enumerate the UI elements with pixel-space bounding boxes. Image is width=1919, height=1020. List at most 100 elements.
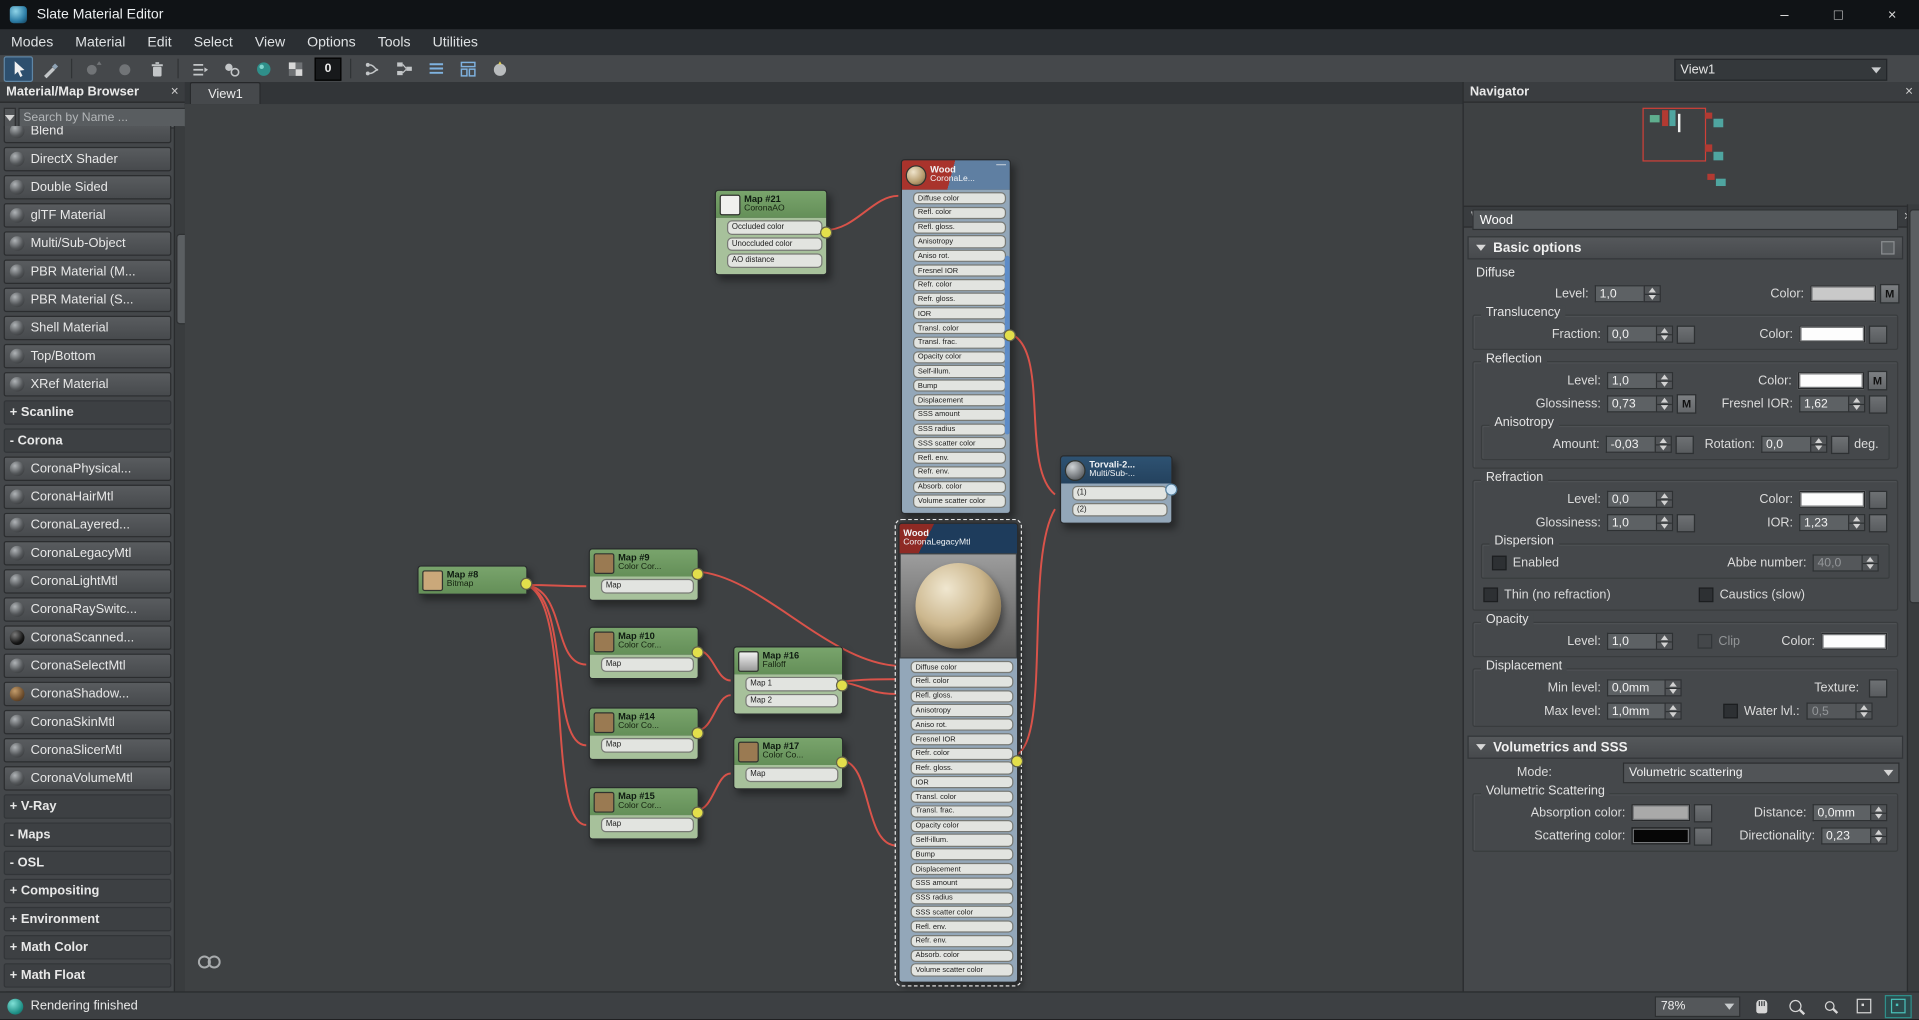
menu-item[interactable]: Select <box>183 29 244 55</box>
node-input-slot[interactable]: Aniso rot. <box>913 249 1007 263</box>
zoom-extents-selected-button[interactable] <box>1884 994 1912 1018</box>
browser-item[interactable]: Double Sided <box>3 175 172 200</box>
node-map21-coronaao[interactable]: Map #21 CoronaAO Occluded color Unocclude… <box>714 189 833 276</box>
translucency-fraction-map-button[interactable] <box>1676 324 1696 344</box>
node-input-slot[interactable]: Transl. color <box>910 790 1014 804</box>
node-input-slot[interactable]: Self-illum. <box>913 365 1007 378</box>
node-input-slot[interactable]: Opacity color <box>910 819 1014 832</box>
node-map9-colorcorrect[interactable]: Map #9 Color Cor... Map <box>588 548 704 601</box>
menu-item[interactable]: Edit <box>136 29 182 55</box>
displacement-min-spinner[interactable]: 0,0mm <box>1606 679 1682 697</box>
reflection-level-spinner[interactable]: 1,0 <box>1606 372 1674 390</box>
browser-item[interactable]: + V-Ray <box>3 794 172 819</box>
browser-item[interactable]: CoronaLegacyMtl <box>3 540 172 566</box>
output-socket[interactable] <box>691 806 704 819</box>
node-input-slot[interactable]: Refl. gloss. <box>910 689 1014 703</box>
anisotropy-amount-spinner[interactable]: -0,03 <box>1605 435 1672 453</box>
browser-item[interactable]: + Environment <box>3 906 172 932</box>
browser-item[interactable]: + Math Float <box>3 963 172 988</box>
search-input[interactable] <box>18 107 190 128</box>
browser-item[interactable]: - Corona <box>3 428 172 453</box>
node-wood-selected[interactable]: Wood CoronaLegacyMtl Diffuse color Refl. … <box>894 518 1024 987</box>
volumetric-mode-dropdown[interactable]: Volumetric scattering <box>1622 761 1900 783</box>
browser-item[interactable]: CoronaLayered... <box>3 512 172 538</box>
zoom-region-button[interactable] <box>1816 994 1843 1017</box>
browser-options-button[interactable] <box>3 107 16 128</box>
node-input-slot[interactable]: Refl. color <box>913 206 1007 220</box>
node-input-slot[interactable]: Fresnel IOR <box>910 733 1014 746</box>
node-canvas[interactable]: Map #21 CoronaAO Occluded color Unocclude… <box>184 104 1464 993</box>
zoom-level-dropdown[interactable]: 78% <box>1654 995 1741 1017</box>
refraction-gloss-spinner[interactable]: 1,0 <box>1606 514 1674 532</box>
node-input-slot[interactable]: Opacity color <box>913 350 1007 364</box>
rollout-pin-icon[interactable] <box>1881 241 1895 255</box>
node-map10-colorcorrect[interactable]: Map #10 Color Cor... Map <box>588 626 704 679</box>
refraction-color-map-button[interactable] <box>1868 490 1888 509</box>
node-input-slot[interactable]: Map 1 <box>745 676 839 692</box>
node-input-slot[interactable]: (1) <box>1072 485 1168 501</box>
refraction-gloss-map-button[interactable] <box>1676 513 1696 532</box>
node-input-slot[interactable]: Absorb. color <box>910 949 1014 962</box>
browser-item[interactable]: CoronaShadow... <box>3 681 172 707</box>
close-icon[interactable]: × <box>171 84 179 99</box>
absorption-color-map-button[interactable] <box>1693 803 1713 822</box>
node-input-slot[interactable]: Map <box>600 738 694 753</box>
move-children-icon[interactable] <box>185 56 214 82</box>
anisotropy-amount-map-button[interactable] <box>1675 435 1694 454</box>
fresnel-ior-spinner[interactable]: 1,62 <box>1799 395 1866 413</box>
directionality-spinner[interactable]: 0,23 <box>1821 827 1888 845</box>
output-socket[interactable] <box>520 577 533 590</box>
browser-item[interactable]: CoronaSlicerMtl <box>3 738 172 763</box>
output-socket[interactable] <box>835 679 849 692</box>
menu-item[interactable]: Options <box>296 29 367 55</box>
translucency-fraction-spinner[interactable]: 0,0 <box>1606 325 1674 343</box>
opacity-clip-checkbox[interactable] <box>1697 633 1713 649</box>
node-input-slot[interactable]: Diffuse color <box>910 660 1014 674</box>
node-input-slot[interactable]: Displacement <box>913 394 1007 407</box>
browser-item[interactable]: PBR Material (M... <box>3 259 172 284</box>
node-input-slot[interactable]: SSS amount <box>910 877 1014 890</box>
maximize-button[interactable]: □ <box>1811 0 1865 29</box>
node-collapse-icon[interactable]: — <box>996 160 1006 170</box>
node-input-slot[interactable]: Map <box>600 657 694 672</box>
water-level-spinner[interactable]: 0,5 <box>1806 702 1874 720</box>
node-torvali-multisub[interactable]: Torvali-2... Multi/Sub-... (1) (2) <box>1059 455 1178 525</box>
browser-item[interactable]: + Math Color <box>3 935 172 960</box>
node-input-slot[interactable]: Refr. color <box>910 747 1014 760</box>
node-input-slot[interactable]: Anisotropy <box>910 704 1014 717</box>
node-input-slot[interactable]: Fresnel IOR <box>913 264 1007 277</box>
menu-item[interactable]: Tools <box>367 29 422 55</box>
reflection-color-swatch[interactable] <box>1797 372 1864 390</box>
browser-item[interactable]: glTF Material <box>3 203 172 228</box>
browser-item[interactable]: CoronaLightMtl <box>3 569 172 594</box>
node-wood-top[interactable]: Wood CoronaLe... — Diffuse color Refl. co… <box>900 159 1016 515</box>
output-socket[interactable] <box>835 756 849 769</box>
abbe-number-spinner[interactable]: 40,0 <box>1812 554 1879 572</box>
browser-panel-header[interactable]: Material/Map Browser × <box>0 82 185 103</box>
material-name-field[interactable]: Wood <box>1472 209 1899 231</box>
node-input-slot[interactable]: Self-illum. <box>910 833 1014 847</box>
close-button[interactable]: × <box>1865 0 1919 29</box>
output-socket[interactable] <box>1003 329 1016 342</box>
browser-item[interactable]: CoronaScanned... <box>3 625 172 650</box>
absorption-color-swatch[interactable] <box>1631 804 1691 822</box>
output-socket[interactable] <box>820 226 833 239</box>
browser-item[interactable]: Blend <box>3 126 172 144</box>
thin-refraction-checkbox[interactable] <box>1483 587 1499 603</box>
node-input-slot[interactable]: Refl. env. <box>913 451 1007 465</box>
active-view-selector[interactable]: View1 <box>1674 58 1888 81</box>
output-socket[interactable] <box>1165 483 1178 496</box>
reflection-gloss-map-button[interactable]: M <box>1676 394 1697 414</box>
navigator-minimap[interactable] <box>1463 102 1919 207</box>
browser-item[interactable]: CoronaVolumeMtl <box>3 766 172 791</box>
view-tab[interactable]: View1 <box>189 82 262 105</box>
node-input-slot[interactable]: Diffuse color <box>913 192 1007 205</box>
node-input-slot[interactable]: Refr. env. <box>910 934 1014 948</box>
scattering-color-map-button[interactable] <box>1693 826 1713 846</box>
close-icon[interactable]: × <box>1905 84 1913 99</box>
translucency-color-map-button[interactable] <box>1868 324 1888 344</box>
hide-unused-nodeslots-icon[interactable] <box>217 56 246 82</box>
put-to-library-icon[interactable] <box>110 56 139 82</box>
delete-selected-icon[interactable] <box>142 56 171 82</box>
node-map8-bitmap[interactable]: Map #8 Bitmap <box>417 565 533 595</box>
